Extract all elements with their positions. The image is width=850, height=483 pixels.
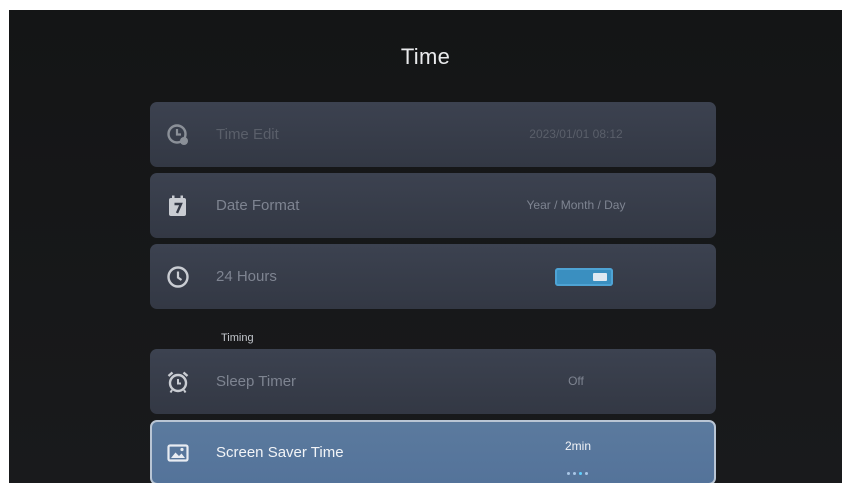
value-indicator-dots bbox=[567, 462, 591, 480]
menu-item-label: Time Edit bbox=[216, 126, 279, 143]
page-title: Time bbox=[400, 44, 451, 69]
indicator-dot bbox=[573, 472, 576, 475]
indicator-dot-active bbox=[579, 472, 582, 475]
toggle-knob bbox=[593, 273, 607, 281]
indicator-dot bbox=[567, 472, 570, 475]
24-hours-toggle[interactable] bbox=[555, 268, 613, 286]
clock-icon bbox=[166, 265, 190, 289]
menu-item-sleep-timer[interactable]: Sleep Timer Off bbox=[150, 349, 716, 414]
menu-item-label: Sleep Timer bbox=[216, 373, 297, 390]
menu-item-label: Date Format bbox=[216, 197, 300, 214]
menu-item-value: Year / Month / Day bbox=[526, 198, 626, 212]
menu-item-time-edit[interactable]: Time Edit 2023/01/01 08:12 bbox=[150, 102, 716, 167]
tv-screen: Time Time Edit 2023/01/01 08:12 Date For… bbox=[9, 10, 842, 483]
menu-item-value: Off bbox=[568, 374, 584, 388]
menu-item-24-hours[interactable]: 24 Hours bbox=[150, 244, 716, 309]
clock-edit-icon bbox=[166, 123, 190, 147]
alarm-clock-icon bbox=[166, 370, 190, 394]
menu-item-date-format[interactable]: Date Format Year / Month / Day bbox=[150, 173, 716, 238]
calendar-icon bbox=[166, 194, 190, 218]
menu-item-value: 2023/01/01 08:12 bbox=[529, 127, 623, 141]
indicator-dot bbox=[585, 472, 588, 475]
menu-item-label: Screen Saver Time bbox=[216, 444, 344, 461]
section-label-timing: Timing bbox=[221, 332, 254, 344]
image-icon bbox=[166, 441, 190, 465]
menu-item-screen-saver-time[interactable]: Screen Saver Time 2min bbox=[150, 420, 716, 483]
menu-item-label: 24 Hours bbox=[216, 268, 277, 285]
